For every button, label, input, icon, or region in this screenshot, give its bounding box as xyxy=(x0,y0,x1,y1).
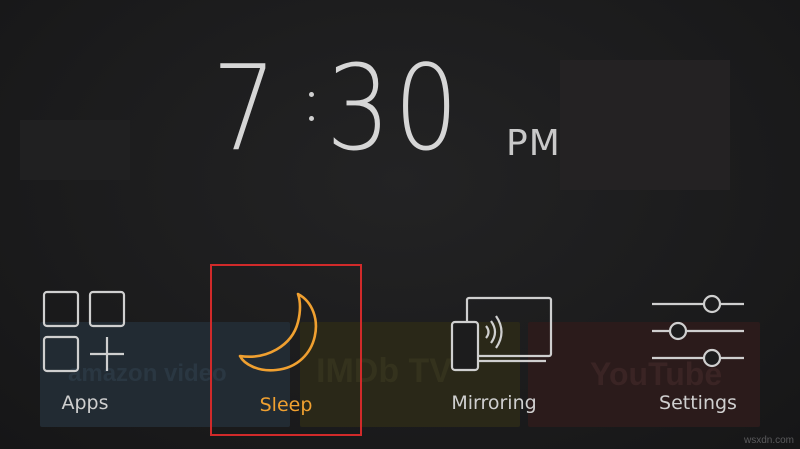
quick-actions-screen: amazon video IMDb TV YouTube 7 30 PM App… xyxy=(0,0,800,449)
apps-button[interactable]: Apps xyxy=(9,264,161,436)
apps-grid-plus-icon xyxy=(9,286,161,376)
sleep-button[interactable]: Sleep xyxy=(210,264,362,436)
settings-button[interactable]: Settings xyxy=(622,264,774,436)
settings-label: Settings xyxy=(659,392,737,414)
sleep-label: Sleep xyxy=(259,394,313,416)
mirroring-label: Mirroring xyxy=(451,392,537,414)
clock: 7 30 PM xyxy=(0,38,800,178)
settings-sliders-icon xyxy=(622,286,774,376)
watermark: wsxdn.com xyxy=(743,435,794,446)
colon-dot-bottom xyxy=(309,116,314,121)
clock-minutes: 30 xyxy=(326,39,463,177)
quick-actions-menu: Apps Sleep Mirroring Settings xyxy=(0,264,800,440)
clock-colon xyxy=(302,76,320,136)
screen-mirroring-icon xyxy=(418,286,570,376)
apps-label: Apps xyxy=(61,392,109,414)
crescent-moon-icon xyxy=(212,288,360,378)
clock-meridiem: PM xyxy=(506,123,561,164)
mirroring-button[interactable]: Mirroring xyxy=(418,264,570,436)
colon-dot-top xyxy=(309,92,314,97)
clock-hours: 7 xyxy=(212,39,279,177)
